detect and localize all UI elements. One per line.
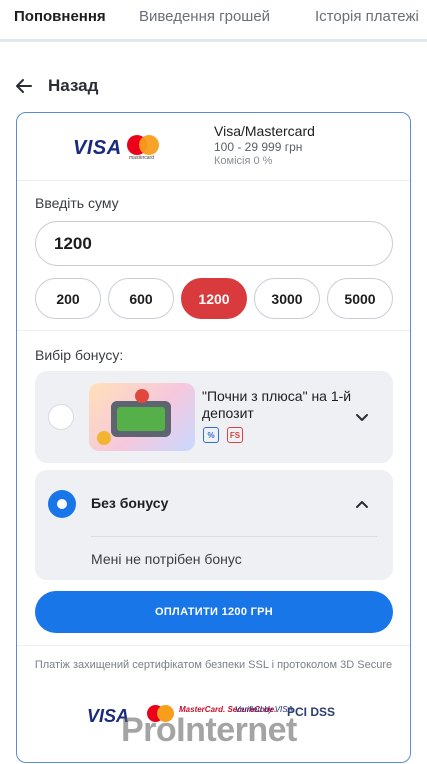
payment-method-header: VISA mastercard Visa/Mastercard 100 - 29… [17,113,410,181]
payment-method-name: Visa/Mastercard [214,123,315,139]
divider [91,536,377,537]
bonus-radio-checked[interactable] [48,490,76,518]
amount-label: Введіть суму [35,195,119,211]
preset-1200-button[interactable]: 1200 [181,278,247,319]
security-notice: Платіж захищений сертифікатом безпеки SS… [34,659,393,671]
mastercard-logo: mastercard [127,135,161,161]
preset-200-button[interactable]: 200 [35,278,101,319]
bonus-radio-unchecked[interactable] [48,404,74,430]
deposit-card: VISA mastercard Visa/Mastercard 100 - 29… [16,112,411,763]
tab-scrollbar[interactable] [124,39,409,42]
pay-button[interactable]: ОПЛАТИТИ 1200 ГРН [35,591,393,633]
amount-input[interactable] [35,221,393,266]
amount-presets: 200 600 1200 3000 5000 [35,278,395,320]
arrow-left-icon [16,79,32,93]
watermark: ProInternet [121,711,297,749]
preset-600-button[interactable]: 600 [108,278,174,319]
tab-withdraw[interactable]: Виведення грошей [139,8,270,25]
visa-logo: VISA [73,137,122,159]
divider [17,330,410,331]
percent-icon: % [203,427,219,443]
chevron-up-icon[interactable] [354,497,370,513]
divider [17,645,410,646]
bonus-option-none[interactable]: Без бонусу Мені не потрібен бонус [35,470,393,580]
preset-5000-button[interactable]: 5000 [327,278,393,319]
tab-history[interactable]: Історія платежі [315,8,419,25]
bonus-option-plus[interactable]: "Почни з плюса" на 1-й депозит % FS [35,371,393,463]
no-bonus-title: Без бонусу [91,495,169,511]
active-tab-indicator [0,39,124,42]
back-label: Назад [48,76,99,95]
no-bonus-description: Мені не потрібен бонус [91,551,242,567]
free-spins-icon: FS [227,427,243,443]
payment-method-fee: Комісія 0 % [214,155,273,167]
preset-3000-button[interactable]: 3000 [254,278,320,319]
bonus-section-label: Вибір бонусу: [35,347,124,363]
back-button[interactable]: Назад [14,74,98,98]
payment-method-range: 100 - 29 999 грн [214,140,303,154]
chevron-down-icon[interactable] [354,409,370,425]
tab-deposit[interactable]: Поповнення [14,8,106,25]
bonus-promo-image [89,383,195,451]
bonus-option-title: "Почни з плюса" на 1-й депозит [202,388,352,421]
tab-bar: Поповнення Виведення грошей Історія плат… [0,0,427,42]
